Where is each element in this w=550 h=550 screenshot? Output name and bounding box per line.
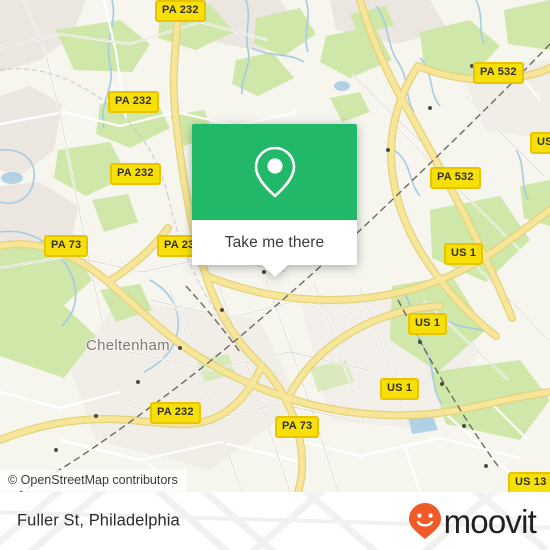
popup-action-area[interactable]: Take me there xyxy=(192,220,357,265)
road-shield: PA 532 xyxy=(430,167,481,189)
road-shield: PA 73 xyxy=(275,416,320,438)
road-shield-label: PA 232 xyxy=(117,167,154,179)
road-shield: PA 232 xyxy=(110,163,161,185)
bottom-info-bar: Fuller St, Philadelphia moovit xyxy=(0,492,550,550)
popup-pin-area xyxy=(192,124,357,220)
place-label: Cheltenham xyxy=(86,337,170,354)
map-screenshot: Cheltenham PA 232 PA 232 PA 232 PA 73 PA 232… xyxy=(0,0,550,550)
road-shield-label: PA 232 xyxy=(115,95,152,107)
road-shield: PA 232 xyxy=(150,402,201,424)
road-shield: US 1 xyxy=(380,378,420,400)
popup-pointer-tail xyxy=(261,265,288,277)
road-shield: PA 532 xyxy=(473,62,524,84)
location-pin-icon xyxy=(254,146,295,198)
road-shield-label: US 1 xyxy=(451,247,477,259)
road-shield: PA 232 xyxy=(155,0,206,22)
road-shield-label: PA 232 xyxy=(162,4,199,16)
osm-attribution[interactable]: © OpenStreetMap contributors xyxy=(0,470,186,491)
road-shield: US 13 xyxy=(508,472,550,492)
road-shield-label: US 1 xyxy=(387,382,413,394)
map-canvas[interactable]: Cheltenham PA 232 PA 232 PA 232 PA 73 PA 232… xyxy=(0,0,550,492)
road-shield: US 1 xyxy=(444,243,484,265)
road-shield: PA 232 xyxy=(108,91,159,113)
road-shield: US 1 xyxy=(408,313,448,335)
road-shield: US xyxy=(530,132,550,154)
road-shield: PA 73 xyxy=(44,235,89,257)
road-shield-label: PA 73 xyxy=(282,420,313,432)
road-shield-label: US xyxy=(537,136,550,148)
take-me-there-label: Take me there xyxy=(224,233,325,251)
road-shield-label: PA 532 xyxy=(480,66,517,78)
road-shield-label: US 1 xyxy=(415,317,441,329)
moovit-brand[interactable]: moovit xyxy=(408,502,537,540)
road-shield-label: PA 532 xyxy=(437,171,474,183)
destination-popup-card[interactable]: Take me there xyxy=(192,124,357,277)
road-shield-label: US 13 xyxy=(515,476,547,488)
road-shield-label: PA 73 xyxy=(51,239,82,251)
moovit-smiley-pin-icon xyxy=(408,503,441,539)
road-shield-label: PA 232 xyxy=(157,406,194,418)
moovit-wordmark: moovit xyxy=(443,502,537,540)
location-title: Fuller St, Philadelphia xyxy=(17,511,180,530)
